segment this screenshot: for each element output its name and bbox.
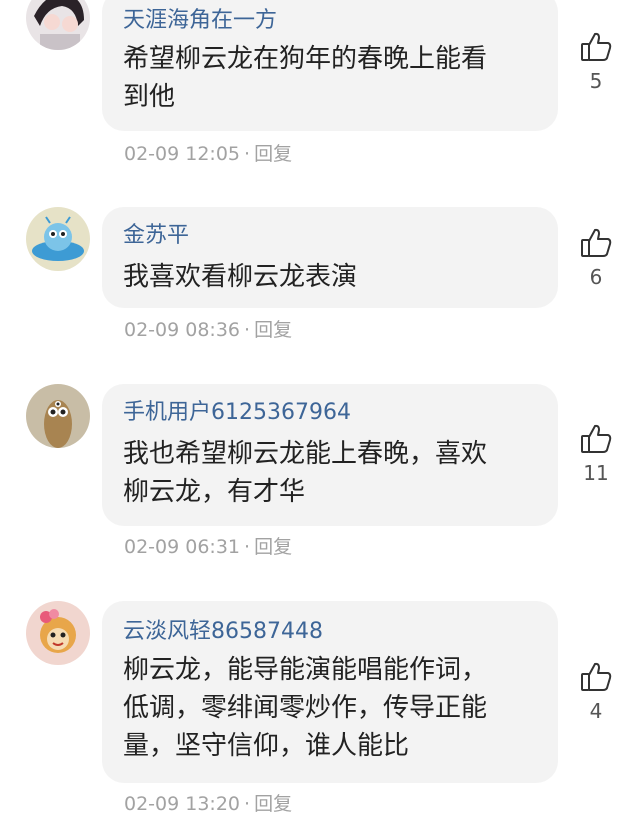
timestamp: 02-09 13:20 [124, 793, 241, 815]
avatar[interactable] [26, 601, 90, 665]
comment-line: 量，坚守信仰，谁人能比 [123, 731, 410, 761]
username[interactable]: 金苏平 [123, 221, 189, 251]
separator-dot: · [244, 536, 251, 558]
comment-line: 我也希望柳云龙能上春晚，喜欢 [123, 439, 488, 469]
reply-button[interactable]: 回复 [254, 143, 292, 165]
comment-meta: 02-09 06:31 · 回复 [124, 534, 292, 560]
comment-meta: 02-09 13:20 · 回复 [124, 791, 292, 817]
comment-line: 低调，零绯闻零炒作，传导正能 [123, 693, 488, 723]
thumbs-up-icon [574, 30, 618, 64]
like-button[interactable]: 6 [574, 226, 618, 290]
avatar[interactable] [26, 207, 90, 271]
avatar[interactable] [26, 384, 90, 448]
comment-text: 柳云龙，能导能演能唱能作词， 低调，零绯闻零炒作，传导正能 量，坚守信仰，谁人能… [123, 651, 533, 765]
comment-line: 柳云龙，能导能演能唱能作词， [123, 655, 488, 685]
separator-dot: · [244, 319, 251, 341]
separator-dot: · [244, 143, 251, 165]
comment-bubble: 天涯海角在一方 希望柳云龙在狗年的春晚上能看 到他 [102, 0, 558, 131]
reply-button[interactable]: 回复 [254, 793, 292, 815]
timestamp: 02-09 06:31 [124, 536, 241, 558]
like-button[interactable]: 11 [574, 422, 618, 486]
separator-dot: · [244, 793, 251, 815]
comment-line: 到他 [123, 82, 176, 112]
avatar[interactable] [26, 0, 90, 50]
comment-text: 我也希望柳云龙能上春晚，喜欢 柳云龙，有才华 [123, 435, 533, 511]
comment-bubble: 金苏平 我喜欢看柳云龙表演 [102, 207, 558, 308]
timestamp: 02-09 08:36 [124, 319, 241, 341]
like-button[interactable]: 5 [574, 30, 618, 94]
username[interactable]: 手机用户6125367964 [123, 398, 351, 428]
comment-text: 我喜欢看柳云龙表演 [123, 258, 533, 296]
like-count: 5 [589, 69, 603, 93]
comment-meta: 02-09 12:05 · 回复 [124, 141, 292, 167]
comment-line: 我喜欢看柳云龙表演 [123, 262, 358, 292]
comment-meta: 02-09 08:36 · 回复 [124, 317, 292, 343]
comment-bubble: 云淡风轻86587448 柳云龙，能导能演能唱能作词， 低调，零绯闻零炒作，传导… [102, 601, 558, 783]
like-count: 11 [583, 461, 609, 485]
like-count: 4 [589, 699, 603, 723]
comment-bubble: 手机用户6125367964 我也希望柳云龙能上春晚，喜欢 柳云龙，有才华 [102, 384, 558, 526]
username[interactable]: 天涯海角在一方 [123, 6, 277, 36]
comment-line: 柳云龙，有才华 [123, 477, 306, 507]
comment-line: 希望柳云龙在狗年的春晚上能看 [123, 44, 488, 74]
reply-button[interactable]: 回复 [254, 319, 292, 341]
username[interactable]: 云淡风轻86587448 [123, 617, 323, 647]
thumbs-up-icon [574, 226, 618, 260]
reply-button[interactable]: 回复 [254, 536, 292, 558]
like-button[interactable]: 4 [574, 660, 618, 724]
thumbs-up-icon [574, 660, 618, 694]
timestamp: 02-09 12:05 [124, 143, 241, 165]
like-count: 6 [589, 265, 603, 289]
comment-text: 希望柳云龙在狗年的春晚上能看 到他 [123, 40, 533, 116]
thumbs-up-icon [574, 422, 618, 456]
